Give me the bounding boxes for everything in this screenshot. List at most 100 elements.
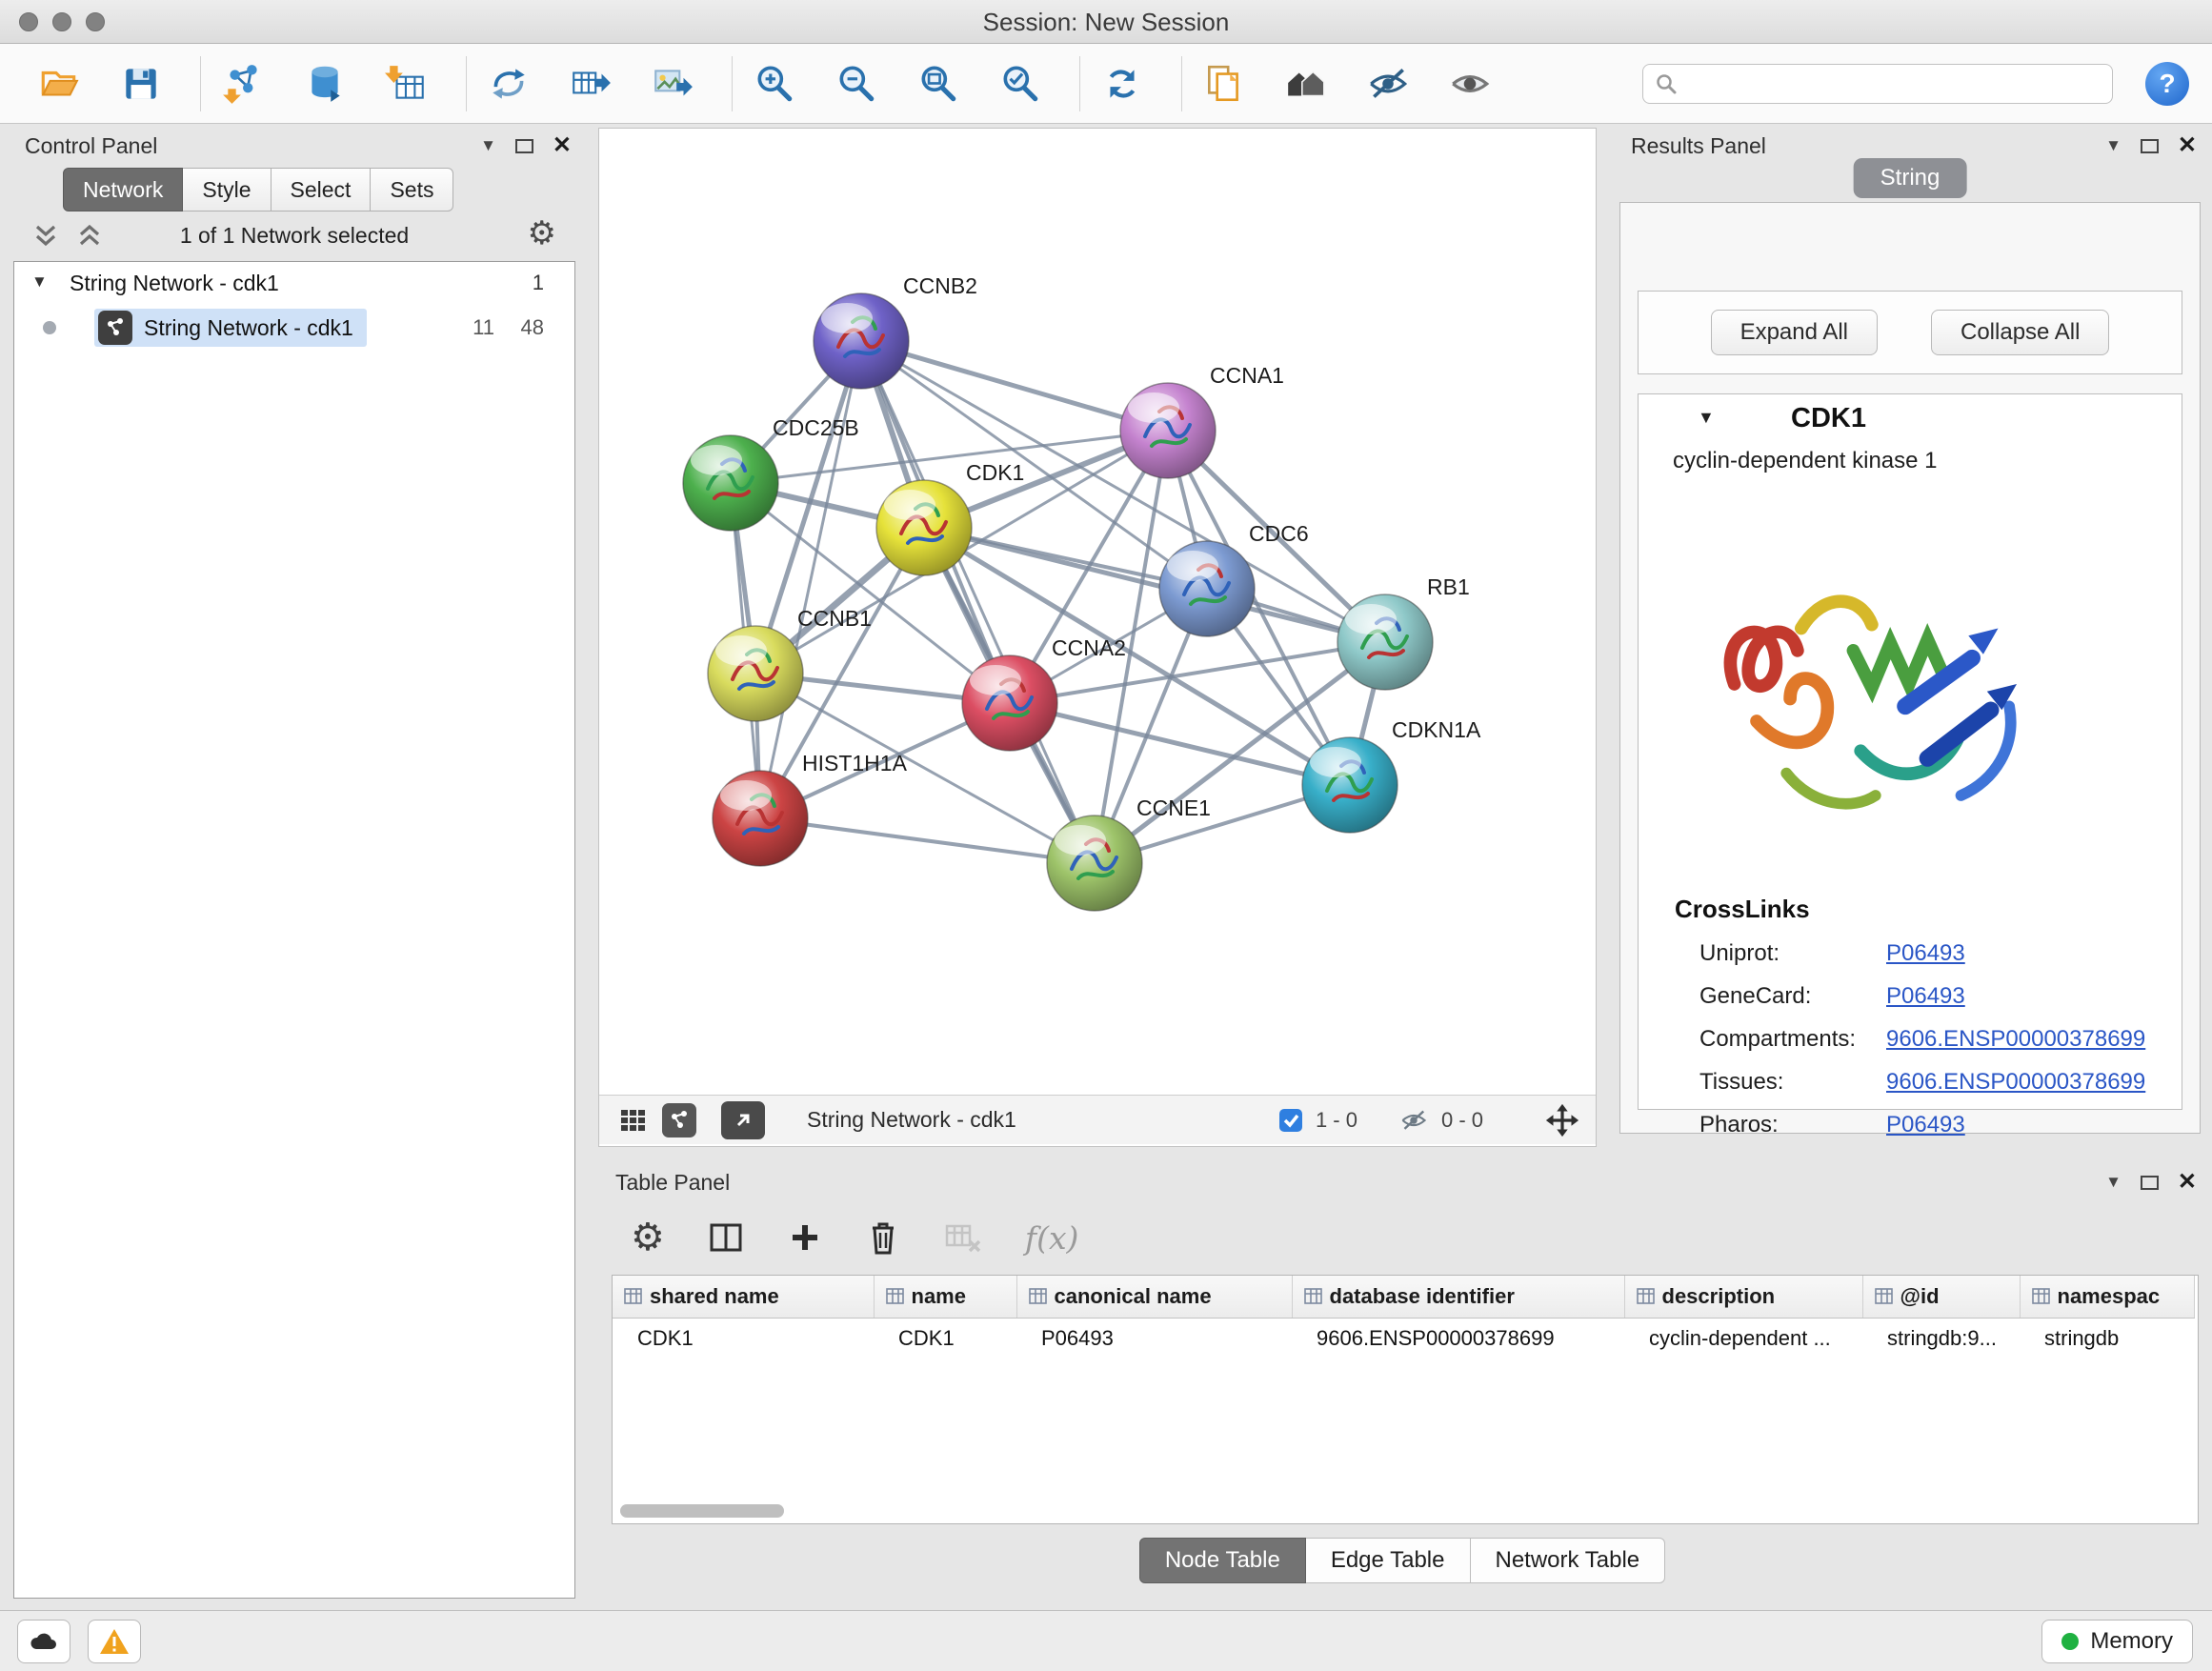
network-node-CCNE1[interactable] bbox=[1047, 815, 1142, 911]
horizontal-scrollbar-thumb[interactable] bbox=[620, 1504, 784, 1518]
hide-unhide-icon[interactable] bbox=[1363, 61, 1413, 107]
network-node-CCNB2[interactable] bbox=[814, 293, 909, 389]
tab-style[interactable]: Style bbox=[183, 168, 271, 211]
network-node-CDC25B[interactable] bbox=[683, 435, 778, 531]
toolbar-separator bbox=[1079, 56, 1080, 111]
network-collection-row[interactable]: ▼ String Network - cdk1 1 bbox=[14, 262, 574, 306]
tab-edge-table[interactable]: Edge Table bbox=[1306, 1538, 1471, 1583]
tab-network-table[interactable]: Network Table bbox=[1471, 1538, 1666, 1583]
table-settings-gear-icon[interactable]: ⚙ bbox=[631, 1218, 665, 1257]
column-header-namespace[interactable]: namespac bbox=[2020, 1276, 2194, 1318]
table-row[interactable]: CDK1 CDK1 P06493 9606.ENSP00000378699 cy… bbox=[613, 1318, 2194, 1359]
cell-description: cyclin-dependent ... bbox=[1624, 1318, 1862, 1359]
panel-float-icon[interactable] bbox=[2141, 139, 2159, 153]
delete-column-icon[interactable] bbox=[865, 1218, 901, 1257]
tissues-link[interactable]: 9606.ENSP00000378699 bbox=[1886, 1069, 2155, 1096]
network-node-CCNB1[interactable] bbox=[708, 626, 803, 721]
expand-all-button[interactable]: Expand All bbox=[1711, 310, 1878, 355]
panel-menu-icon[interactable]: ▼ bbox=[2105, 1173, 2122, 1192]
gear-icon[interactable]: ⚙ bbox=[528, 217, 556, 250]
column-header-description[interactable]: description bbox=[1624, 1276, 1862, 1318]
import-network-icon[interactable] bbox=[218, 61, 268, 107]
edge-CCNB2-CCNE1[interactable] bbox=[861, 341, 1095, 863]
gene-collapse-icon[interactable]: ▼ bbox=[1698, 408, 1715, 428]
network-row-selected[interactable]: String Network - cdk1 11 48 bbox=[14, 306, 574, 350]
column-header-name[interactable]: name bbox=[874, 1276, 1016, 1318]
tab-sets[interactable]: Sets bbox=[371, 168, 453, 211]
hidden-eye-icon[interactable] bbox=[1398, 1106, 1430, 1135]
panel-close-icon[interactable]: ✕ bbox=[2178, 134, 2197, 157]
detach-view-button[interactable] bbox=[721, 1101, 765, 1139]
network-node-CDK1[interactable] bbox=[876, 480, 972, 575]
cloud-button[interactable] bbox=[17, 1620, 70, 1663]
panel-close-icon[interactable]: ✕ bbox=[553, 134, 572, 157]
refresh-icon[interactable] bbox=[1097, 61, 1147, 107]
network-canvas[interactable]: CCNB2CCNA1CDC25BCDK1CDC6RB1CCNB1CCNA2CDK… bbox=[599, 129, 1596, 1095]
crosslink-row: Uniprot: P06493 bbox=[1699, 940, 2182, 967]
crosslink-row: GeneCard: P06493 bbox=[1699, 983, 2182, 1010]
edge-HIST1H1A-CCNE1[interactable] bbox=[760, 818, 1095, 863]
table-panel: Table Panel ▼ ✕ ⚙ f(x) shared name name … bbox=[598, 1164, 2206, 1604]
memory-button[interactable]: Memory bbox=[2041, 1620, 2193, 1663]
help-button[interactable]: ? bbox=[2145, 62, 2189, 106]
edge-CDK1-RB1[interactable] bbox=[924, 528, 1385, 642]
crosslink-label: Pharos: bbox=[1699, 1112, 1886, 1138]
zoom-fit-icon[interactable] bbox=[914, 61, 963, 107]
column-header-database-identifier[interactable]: database identifier bbox=[1292, 1276, 1624, 1318]
node-label-RB1: RB1 bbox=[1427, 574, 1470, 599]
edge-CCNB2-HIST1H1A[interactable] bbox=[760, 341, 861, 818]
network-name: String Network - cdk1 bbox=[144, 315, 353, 341]
save-session-icon[interactable] bbox=[116, 61, 166, 107]
tab-select[interactable]: Select bbox=[271, 168, 372, 211]
panel-close-icon[interactable]: ✕ bbox=[2178, 1171, 2197, 1194]
column-header-shared-name[interactable]: shared name bbox=[613, 1276, 874, 1318]
main-toolbar: ? bbox=[0, 44, 2212, 124]
warnings-button[interactable] bbox=[88, 1620, 141, 1663]
genecard-link[interactable]: P06493 bbox=[1886, 983, 1975, 1010]
selected-checkbox-icon[interactable] bbox=[1277, 1107, 1304, 1134]
network-node-CCNA2[interactable] bbox=[962, 655, 1057, 751]
zoom-out-icon[interactable] bbox=[832, 61, 881, 107]
tree-expand-icon[interactable]: ▼ bbox=[31, 272, 48, 292]
pan-move-icon[interactable] bbox=[1544, 1102, 1580, 1138]
node-label-CDK1: CDK1 bbox=[966, 460, 1024, 485]
pharos-link[interactable]: P06493 bbox=[1886, 1112, 1975, 1138]
compartments-link[interactable]: 9606.ENSP00000378699 bbox=[1886, 1026, 2155, 1053]
panel-float-icon[interactable] bbox=[2141, 1176, 2159, 1190]
collapse-all-button[interactable]: Collapse All bbox=[1931, 310, 2109, 355]
open-session-icon[interactable] bbox=[34, 61, 84, 107]
export-table-icon[interactable] bbox=[566, 61, 615, 107]
panel-menu-icon[interactable]: ▼ bbox=[480, 136, 496, 155]
string-results-tab[interactable]: String bbox=[1854, 158, 1967, 198]
panel-float-icon[interactable] bbox=[515, 139, 533, 153]
uniprot-link[interactable]: P06493 bbox=[1886, 940, 1975, 967]
results-actions: Expand All Collapse All bbox=[1638, 291, 2182, 374]
network-node-RB1[interactable] bbox=[1337, 594, 1433, 690]
show-columns-icon[interactable] bbox=[707, 1218, 745, 1257]
zoom-selected-icon[interactable] bbox=[995, 61, 1045, 107]
export-image-icon[interactable] bbox=[648, 61, 697, 107]
birdseye-grid-icon[interactable] bbox=[614, 1097, 653, 1143]
title-bar: Session: New Session bbox=[0, 0, 2212, 44]
table-toolbar: ⚙ f(x) bbox=[598, 1200, 2206, 1275]
tab-node-table[interactable]: Node Table bbox=[1139, 1538, 1306, 1583]
import-database-icon[interactable] bbox=[300, 61, 350, 107]
duplicate-network-icon[interactable] bbox=[1199, 61, 1249, 107]
network-node-HIST1H1A[interactable] bbox=[713, 771, 808, 866]
network-node-CDC6[interactable] bbox=[1159, 541, 1255, 636]
show-eye-icon[interactable] bbox=[1445, 61, 1495, 107]
add-column-icon[interactable] bbox=[787, 1219, 823, 1256]
search-input[interactable] bbox=[1685, 71, 2101, 96]
network-node-CDKN1A[interactable] bbox=[1302, 737, 1398, 833]
panel-menu-icon[interactable]: ▼ bbox=[2105, 136, 2122, 155]
home-icon[interactable] bbox=[1281, 61, 1331, 107]
network-node-CCNA1[interactable] bbox=[1120, 383, 1216, 478]
export-network-icon[interactable] bbox=[484, 61, 533, 107]
zoom-in-icon[interactable] bbox=[750, 61, 799, 107]
window-title: Session: New Session bbox=[0, 8, 2212, 37]
column-header-canonical-name[interactable]: canonical name bbox=[1016, 1276, 1292, 1318]
tab-network[interactable]: Network bbox=[63, 168, 183, 211]
string-network-badge-icon[interactable] bbox=[662, 1103, 696, 1137]
import-table-icon[interactable] bbox=[382, 61, 432, 107]
column-header-id[interactable]: @id bbox=[1862, 1276, 2020, 1318]
